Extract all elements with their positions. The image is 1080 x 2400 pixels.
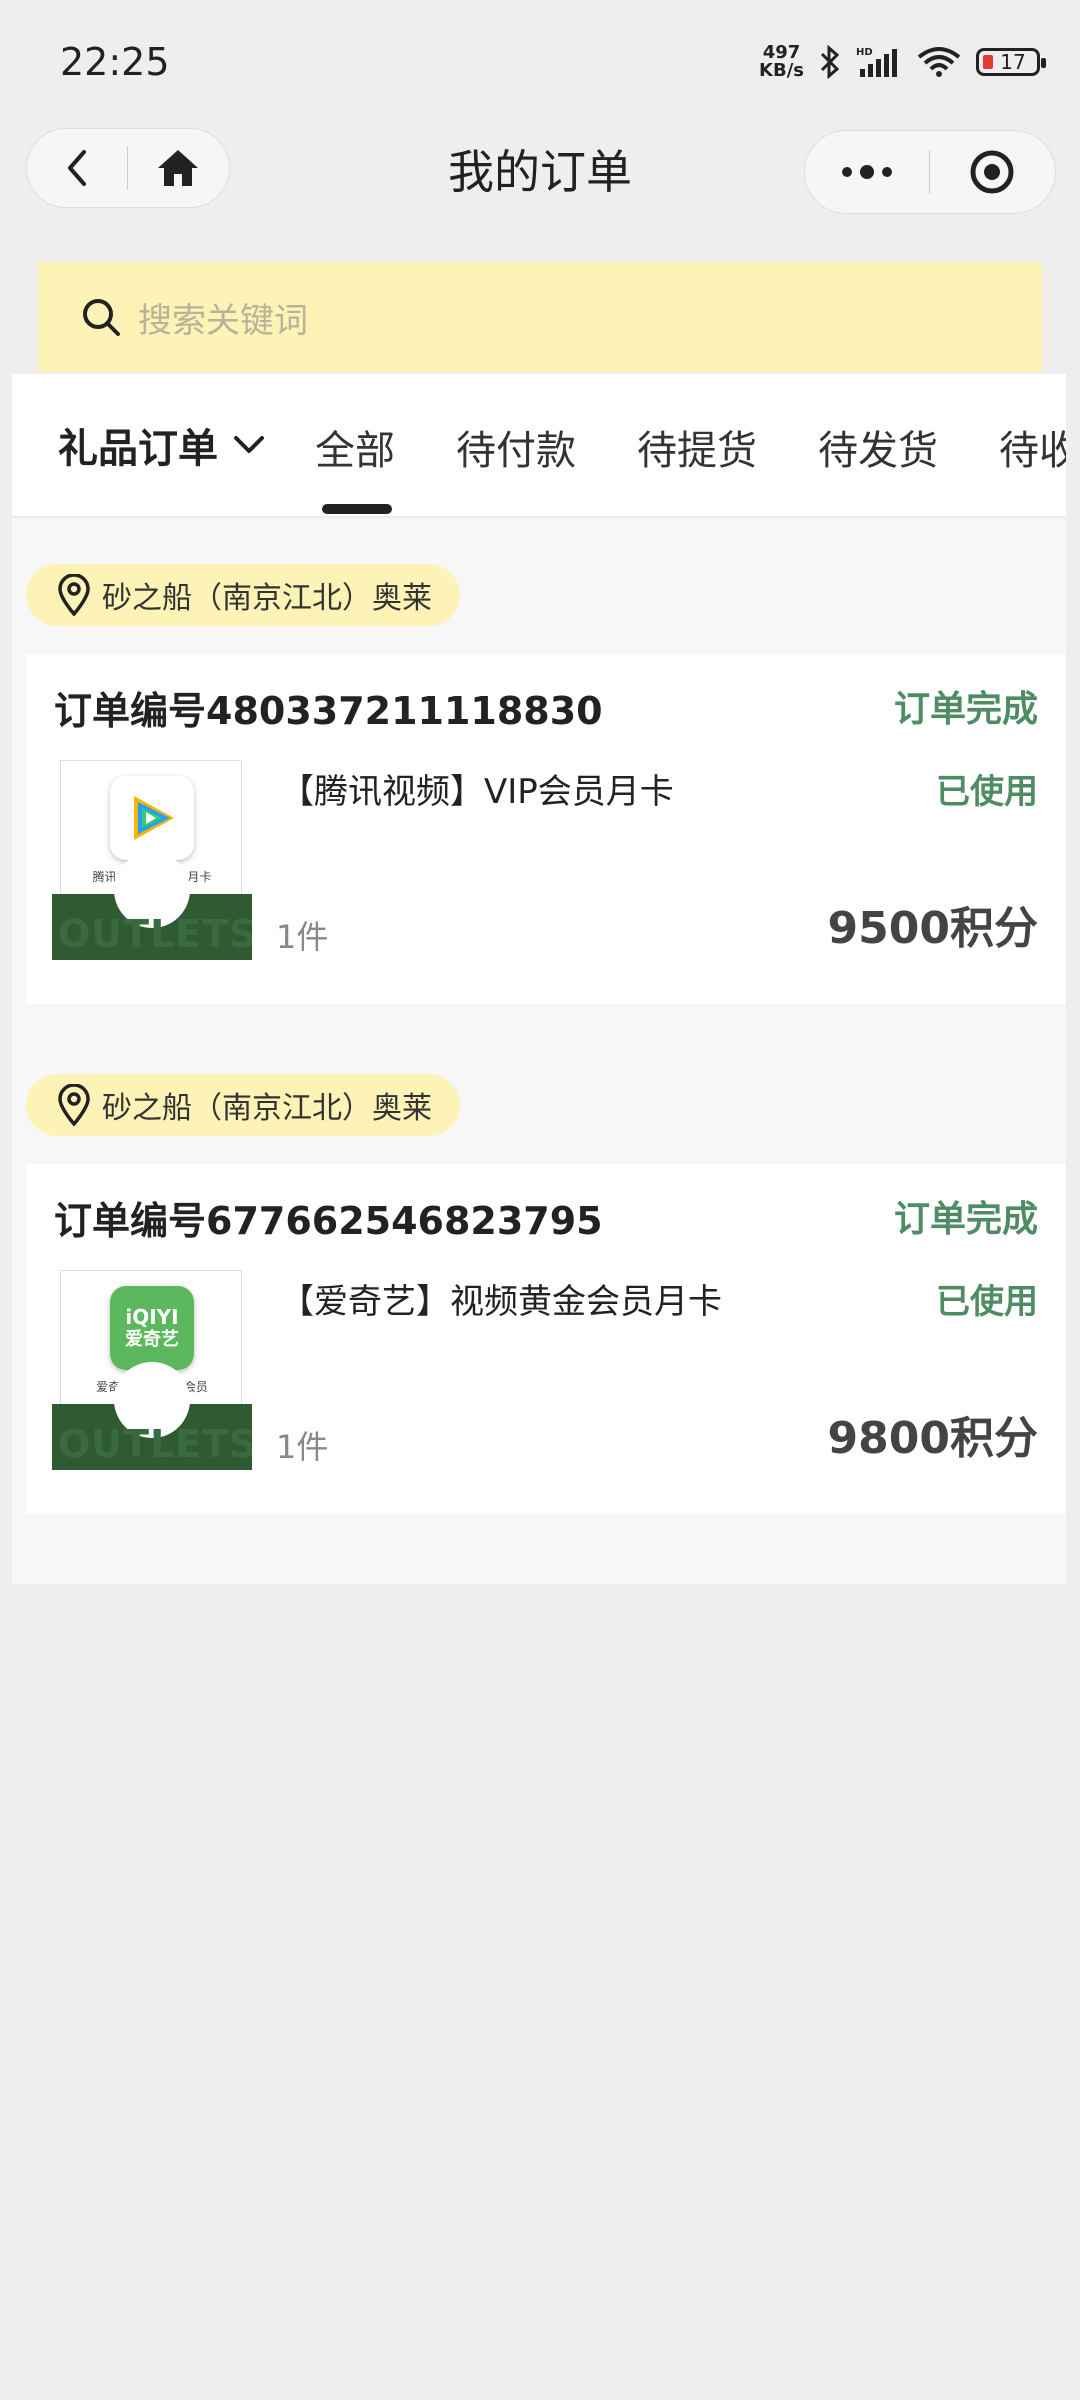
more-dots-icon <box>842 165 892 179</box>
bluetooth-icon <box>820 45 840 79</box>
quantity: 1件 <box>276 918 329 956</box>
gift-order-dropdown[interactable]: 礼品订单 <box>58 416 266 474</box>
product-thumbnail: 腾讯视频 VIP会员月卡 OUTLETS <box>52 760 252 960</box>
location-pin-icon <box>58 574 90 616</box>
store-badge[interactable]: 砂之船（南京江北）奥莱 <box>26 1074 460 1136</box>
tab-pending-receipt[interactable]: 待收货 <box>999 418 1066 476</box>
home-button[interactable] <box>128 129 228 207</box>
quantity: 1件 <box>276 1428 329 1466</box>
chevron-left-icon <box>68 150 86 186</box>
search-input[interactable]: 搜索关键词 <box>138 293 308 342</box>
product-name: 【爱奇艺】视频黄金会员月卡 <box>280 1282 722 1322</box>
status-time: 22:25 <box>60 40 170 84</box>
active-tab-indicator <box>322 504 392 514</box>
order-number: 订单编号480337211118830 <box>54 689 603 733</box>
order-status: 订单完成 <box>893 1199 1038 1240</box>
battery-icon: 17 <box>976 48 1046 76</box>
iqiyi-logo-icon: iQIYI 爱奇艺 <box>110 1286 194 1370</box>
order-status: 订单完成 <box>893 689 1038 730</box>
usage-status: 已使用 <box>936 772 1038 812</box>
product-name: 【腾讯视频】VIP会员月卡 <box>280 772 674 812</box>
target-circle-icon <box>970 150 1014 194</box>
order-number: 订单编号677662546823795 <box>54 1199 603 1243</box>
thumbnail-footer: OUTLETS <box>52 1362 252 1470</box>
tab-pending-shipment[interactable]: 待发货 <box>818 418 938 476</box>
more-button[interactable] <box>805 131 929 213</box>
location-pin-icon <box>58 1084 90 1126</box>
order-tabs: 礼品订单 全部 待付款 待提货 待发货 待收货 <box>12 374 1066 518</box>
gift-order-label: 礼品订单 <box>58 426 218 472</box>
tab-pending-payment[interactable]: 待付款 <box>456 418 576 476</box>
wifi-icon <box>917 47 961 77</box>
chevron-down-icon <box>234 436 264 453</box>
thumbnail-footer: OUTLETS <box>52 852 252 960</box>
home-icon <box>158 150 198 186</box>
back-button[interactable] <box>27 129 127 207</box>
store-name: 砂之船（南京江北）奥莱 <box>102 581 432 616</box>
tab-pending-pickup[interactable]: 待提货 <box>637 418 757 476</box>
order-card[interactable]: 订单编号677662546823795 订单完成 iQIYI 爱奇艺 爱奇艺 黄… <box>26 1164 1066 1514</box>
price-points: 9500积分 <box>827 903 1038 954</box>
search-icon <box>83 299 120 336</box>
svg-text:HD: HD <box>856 47 873 58</box>
nav-capsule-right <box>804 130 1056 214</box>
status-icons: 497 KB/s HD 17 <box>759 42 1046 81</box>
network-speed: 497 KB/s <box>759 42 804 81</box>
orders-panel: 礼品订单 全部 待付款 待提货 待发货 待收货 砂之船（南京江北）奥莱 订单编号… <box>12 374 1066 1584</box>
close-miniprogram-button[interactable] <box>930 131 1054 213</box>
tab-all[interactable]: 全部 <box>315 418 395 476</box>
store-name: 砂之船（南京江北）奥莱 <box>102 1091 432 1126</box>
price-points: 9800积分 <box>827 1413 1038 1464</box>
usage-status: 已使用 <box>936 1282 1038 1322</box>
outlets-watermark: OUTLETS <box>58 912 252 956</box>
store-badge[interactable]: 砂之船（南京江北）奥莱 <box>26 564 460 626</box>
signal-icon: HD <box>856 47 897 77</box>
order-card[interactable]: 订单编号480337211118830 订单完成 腾讯视频 VIP会员月卡 OU… <box>26 654 1066 1004</box>
nav-capsule-left <box>26 128 230 208</box>
outlets-watermark: OUTLETS <box>58 1422 252 1466</box>
product-thumbnail: iQIYI 爱奇艺 爱奇艺 黄金月卡会员 OUTLETS <box>52 1270 252 1470</box>
tencent-video-logo-icon <box>110 776 194 860</box>
status-bar: 22:25 497 KB/s HD 17 <box>0 0 1080 130</box>
search-bar[interactable]: 搜索关键词 <box>38 262 1042 372</box>
